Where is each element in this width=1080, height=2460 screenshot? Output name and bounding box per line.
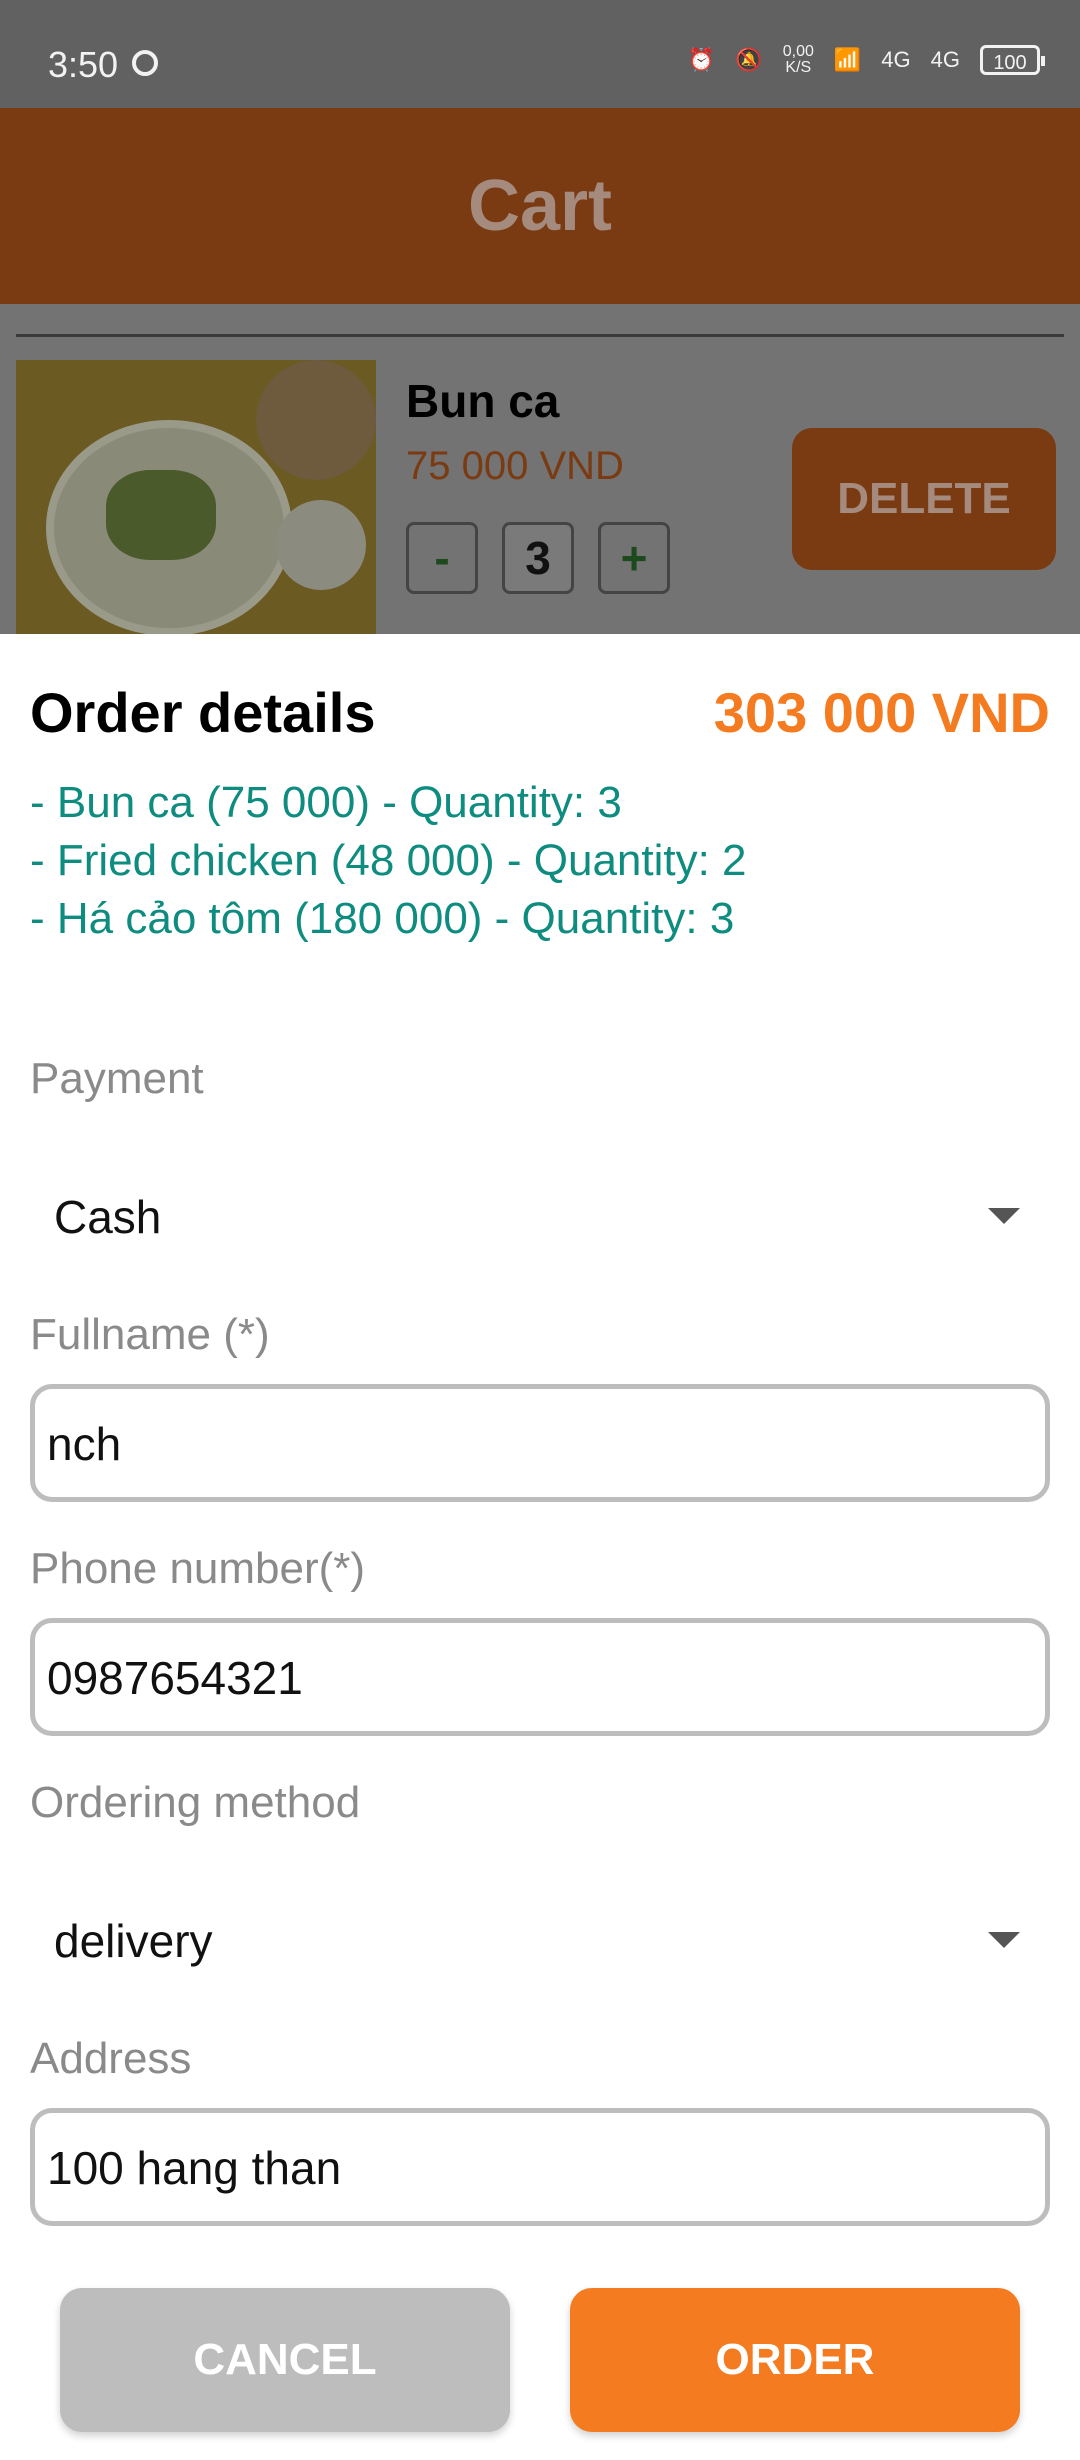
signal-4g-1: 4G	[881, 47, 911, 72]
decrease-button[interactable]: -	[406, 522, 478, 594]
payment-value: Cash	[54, 1191, 162, 1243]
chevron-down-icon	[988, 1208, 1020, 1224]
method-value: delivery	[54, 1915, 213, 1967]
order-button[interactable]: ORDER	[570, 2288, 1020, 2432]
payment-label: Payment	[30, 1054, 204, 1103]
phone-input[interactable]	[45, 1623, 1039, 1733]
status-time: 3:50	[48, 44, 119, 85]
notification-face-icon	[132, 50, 158, 76]
fullname-input[interactable]	[45, 1389, 1039, 1499]
app-header: Cart	[0, 108, 1080, 304]
net-speed-unit: K/S	[785, 59, 812, 76]
item-name: Bun ca	[406, 375, 560, 427]
order-line: - Bun ca (75 000) - Quantity: 3	[30, 778, 622, 827]
net-speed-value: 0,00	[782, 43, 814, 60]
fullname-label: Fullname (*)	[30, 1310, 270, 1359]
order-line: - Há cảo tôm (180 000) - Quantity: 3	[30, 894, 735, 943]
wifi-icon: 📶	[833, 47, 862, 72]
divider	[16, 334, 1064, 337]
battery-icon: 100	[980, 45, 1045, 75]
status-bar: 3:50 ⏰ 🔕 0,00 K/S 📶 4G 4G 100	[0, 0, 1080, 108]
cancel-button[interactable]: CANCEL	[60, 2288, 510, 2432]
page-title: Cart	[467, 166, 613, 246]
status-icons: ⏰ 🔕 0,00 K/S 📶 4G 4G 100	[687, 44, 1045, 76]
signal-4g-2: 4G	[930, 47, 960, 72]
alarm-icon: ⏰	[687, 47, 716, 72]
cart-item: Bun ca 75 000 VND - 3 + DELETE	[16, 360, 1064, 634]
mute-bell-icon: 🔕	[735, 47, 763, 72]
method-label: Ordering method	[30, 1778, 361, 1827]
chevron-down-icon	[988, 1932, 1020, 1948]
net-speed: 0,00 K/S	[783, 44, 814, 76]
quantity-value: 3	[502, 522, 574, 594]
item-price: 75 000 VND	[406, 444, 624, 488]
order-lines: - Bun ca (75 000) - Quantity: 3 - Fried …	[30, 774, 747, 948]
food-image	[16, 360, 376, 634]
order-line: - Fried chicken (48 000) - Quantity: 2	[30, 836, 747, 885]
ordering-method-dropdown[interactable]: delivery	[30, 1906, 1050, 1986]
phone-field[interactable]	[30, 1618, 1050, 1736]
phone-label: Phone number(*)	[30, 1544, 366, 1593]
address-field[interactable]	[30, 2108, 1050, 2226]
order-details-title: Order details	[30, 681, 376, 744]
address-label: Address	[30, 2034, 192, 2083]
cart-list: Bun ca 75 000 VND - 3 + DELETE	[0, 304, 1080, 634]
delete-button[interactable]: DELETE	[792, 428, 1056, 570]
quantity-stepper: - 3 +	[406, 522, 670, 594]
payment-dropdown[interactable]: Cash	[30, 1182, 1050, 1262]
fullname-field[interactable]	[30, 1384, 1050, 1502]
order-total: 303 000 VND	[713, 681, 1050, 744]
order-sheet: Order details 303 000 VND - Bun ca (75 0…	[0, 634, 1080, 2460]
address-input[interactable]	[45, 2113, 1039, 2223]
increase-button[interactable]: +	[598, 522, 670, 594]
